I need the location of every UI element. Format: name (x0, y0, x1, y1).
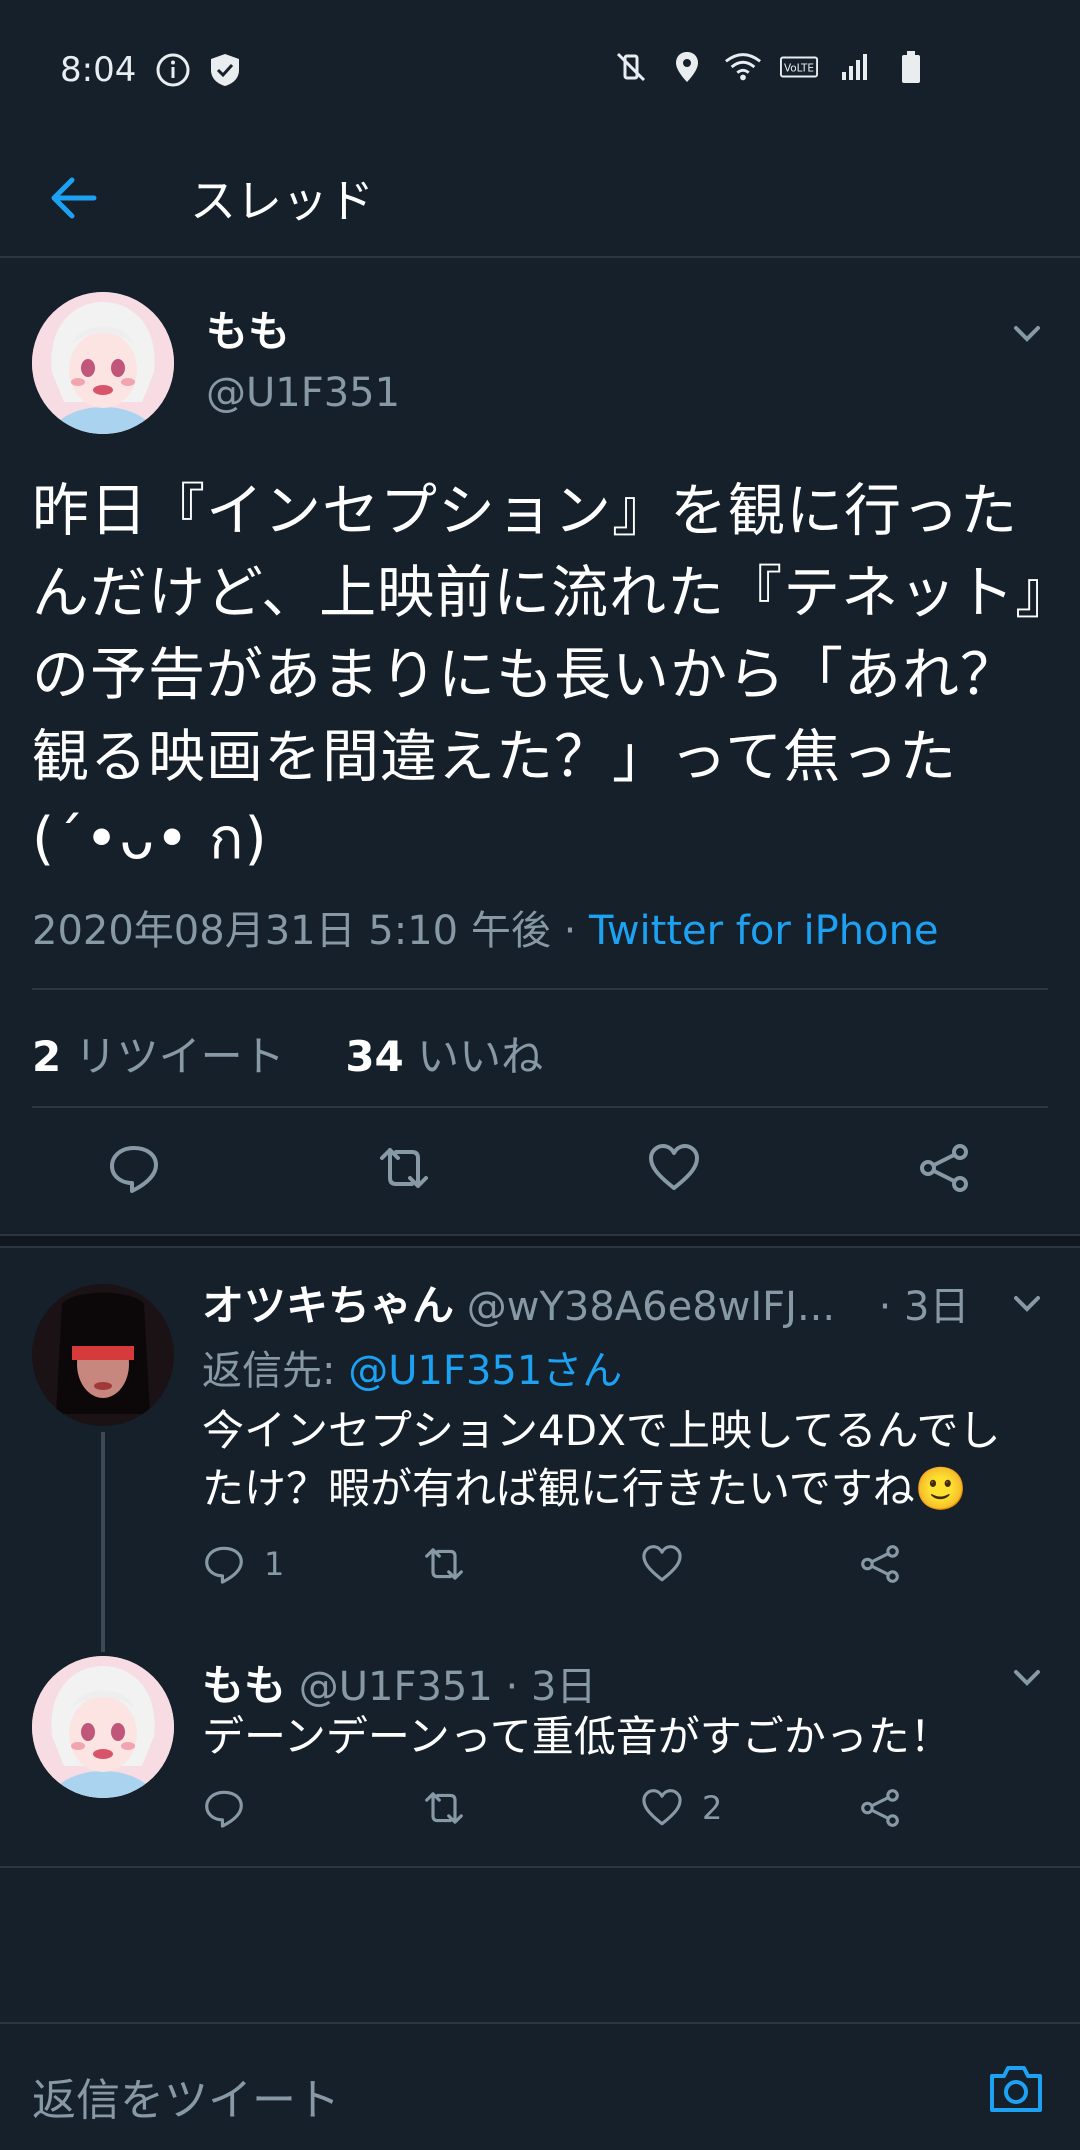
like-button[interactable] (644, 1138, 704, 1198)
status-bar: 8:04 VoLTE (0, 0, 1080, 140)
retweet-count: 2 (32, 1032, 62, 1081)
reply-to-label: 返信先: (202, 1348, 336, 1394)
retweet-button[interactable] (374, 1138, 434, 1198)
thread-connector (101, 1432, 105, 1652)
author-name[interactable]: オツキちゃん (202, 1281, 454, 1330)
signal-icon (836, 48, 874, 86)
avatar[interactable] (32, 1284, 174, 1426)
chevron-down-icon (1014, 326, 1040, 342)
status-time: 8:04 (60, 50, 137, 90)
page-title: スレッド (190, 174, 374, 228)
share-icon (861, 1789, 899, 1827)
reply-header: もも @U1F351 · 3日 (202, 1652, 596, 1713)
chevron-down-icon (1014, 1296, 1040, 1312)
heart-icon (642, 1789, 682, 1826)
app-header: スレッド (0, 140, 1080, 258)
share-button[interactable] (914, 1138, 974, 1198)
reply-to-mention[interactable]: @U1F351さん (348, 1348, 622, 1394)
reply-compose-bar: 返信をツイート (0, 2022, 1080, 2150)
reply-icon (110, 1146, 158, 1193)
mute-vibrate-icon (612, 48, 650, 86)
wifi-icon (724, 48, 762, 86)
camera-button[interactable] (986, 2060, 1046, 2120)
reply-button[interactable] (104, 1138, 164, 1198)
avatar[interactable] (32, 1656, 174, 1798)
reply-count: 1 (264, 1545, 285, 1583)
tweet-text: 昨日『インセプション』を観に行ったんだけど、上映前に流れた『テネット』の予告があ… (32, 478, 1045, 872)
reply-text: デーンデーンって重低音がすごかった！ (202, 1712, 952, 1761)
retweet-button[interactable] (420, 1786, 486, 1830)
like-button[interactable]: 2 (640, 1786, 722, 1830)
retweet-icon (380, 1148, 428, 1188)
meta-separator: · (563, 908, 577, 954)
back-button[interactable] (38, 162, 110, 234)
reply-time: · 3日 (505, 1664, 597, 1710)
retweets-stat[interactable]: 2 リツイート (32, 1032, 285, 1081)
divider (32, 1106, 1048, 1108)
tweet-actions (0, 1138, 1080, 1238)
retweet-label: リツイート (74, 1032, 285, 1081)
tweet-stats: 2 リツイート 34 いいね (32, 1023, 543, 1084)
reply-icon (205, 1546, 243, 1584)
author-handle[interactable]: @U1F351 (299, 1664, 493, 1710)
author-name[interactable]: もも (202, 1661, 286, 1710)
reply-to: 返信先: @U1F351さん (202, 1338, 622, 1396)
reply-actions: 2 (202, 1786, 1002, 1846)
tweet-timestamp: 2020年08月31日 5:10 午後 (32, 908, 551, 954)
likes-stat[interactable]: 34 いいね (345, 1032, 543, 1081)
location-icon (668, 48, 706, 86)
heart-icon (642, 1545, 682, 1582)
tweet-menu-button[interactable] (1002, 308, 1052, 358)
share-icon (920, 1144, 968, 1192)
divider (0, 1866, 1080, 1868)
tweet-source-link[interactable]: Twitter for iPhone (589, 908, 939, 954)
reply-icon (205, 1790, 243, 1828)
share-button[interactable] (858, 1786, 902, 1830)
chevron-down-icon (1014, 1670, 1040, 1686)
share-icon (861, 1545, 899, 1583)
tweet-menu-button[interactable] (1002, 1652, 1052, 1702)
reply-input[interactable]: 返信をツイート (32, 2064, 340, 2128)
info-icon (154, 51, 192, 89)
reply-time: · 3日 (878, 1284, 970, 1330)
battery-icon (892, 48, 930, 86)
like-button[interactable] (640, 1542, 702, 1586)
retweet-icon (425, 1792, 463, 1824)
reply-button[interactable] (202, 1786, 264, 1830)
retweet-icon (425, 1548, 463, 1580)
retweet-button[interactable] (420, 1542, 486, 1586)
svg-text:VoLTE: VoLTE (784, 63, 814, 75)
avatar[interactable] (32, 292, 174, 434)
tweet-meta: 2020年08月31日 5:10 午後 · Twitter for iPhone (32, 898, 939, 956)
volte-icon: VoLTE (780, 48, 818, 86)
author-name[interactable]: もも (206, 298, 290, 359)
like-label: いいね (417, 1032, 544, 1081)
author-handle[interactable]: @wY38A6e8wIFJ... (467, 1284, 835, 1330)
shield-icon (206, 51, 244, 89)
section-divider (0, 1234, 1080, 1248)
share-button[interactable] (858, 1542, 902, 1586)
author-handle[interactable]: @U1F351 (206, 370, 400, 416)
reply-text: 今インセプション4DXで上映してるんでしたけ？暇が有れば観に行きたいですね🙂 (202, 1406, 1001, 1513)
divider (32, 988, 1048, 990)
reply-button[interactable]: 1 (202, 1542, 284, 1586)
reply-header: オツキちゃん @wY38A6e8wIFJ... · 3日 (202, 1272, 969, 1333)
arrow-left-icon (51, 177, 97, 219)
camera-icon (990, 2066, 1042, 2112)
heart-icon (649, 1144, 699, 1190)
like-count: 2 (702, 1789, 723, 1827)
tweet-menu-button[interactable] (1002, 1278, 1052, 1328)
like-count: 34 (345, 1032, 404, 1081)
reply-actions: 1 (202, 1542, 1002, 1602)
